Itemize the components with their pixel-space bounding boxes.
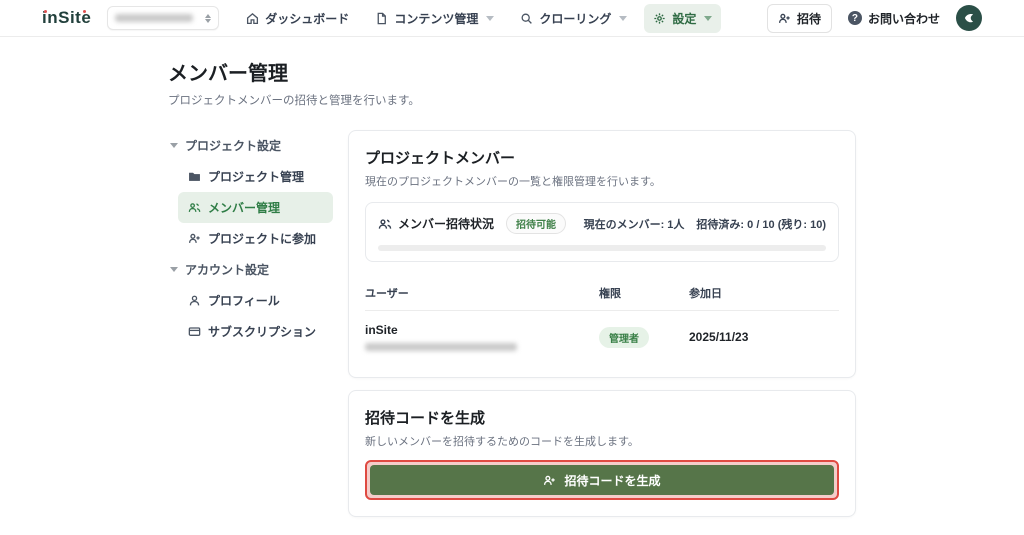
chevron-down-icon: [704, 15, 713, 21]
table-row: inSite 管理者 2025/11/23: [365, 311, 839, 361]
avatar-mark-icon: [964, 13, 974, 23]
project-selector-blurred-value: [115, 14, 194, 22]
user-icon: [189, 295, 200, 306]
role-badge: 管理者: [599, 326, 649, 348]
search-icon: [521, 13, 533, 24]
folder-icon: [189, 172, 200, 181]
user-plus-icon: [544, 475, 556, 485]
document-icon: [377, 12, 387, 24]
nav-item-label: ダッシュボード: [265, 11, 350, 26]
nav-right-actions: 招待 ? お問い合わせ: [766, 3, 982, 33]
sidebar-item-subscription[interactable]: サブスクリプション: [178, 316, 333, 347]
col-header-joined: 参加日: [689, 288, 722, 300]
sidebar-section-project-settings[interactable]: プロジェクト設定: [168, 130, 333, 161]
sidebar-section-label: プロジェクト設定: [185, 139, 282, 153]
nav-item-content-management[interactable]: コンテンツ管理: [366, 4, 503, 33]
col-header-user: ユーザー: [365, 288, 409, 300]
invite-status-label: メンバー招待状況: [398, 217, 495, 231]
user-plus-icon: [188, 233, 200, 243]
members-table-header: ユーザー 権限 参加日: [365, 277, 839, 311]
invite-available-badge: 招待可能: [506, 213, 567, 234]
invite-button[interactable]: 招待: [766, 3, 832, 33]
col-header-role: 権限: [599, 288, 621, 300]
join-date: 2025/11/23: [689, 330, 749, 344]
generate-button-label: 招待コードを生成: [564, 473, 661, 488]
nav-item-crawling[interactable]: クローリング: [511, 4, 636, 33]
invite-progress-bar: [378, 245, 826, 251]
annotation-highlight-box: 招待コードを生成: [365, 460, 839, 500]
primary-nav: ダッシュボード コンテンツ管理 クローリング 設定: [237, 3, 722, 33]
sidebar-item-project-management[interactable]: プロジェクト管理: [178, 161, 333, 192]
sidebar-item-join-project[interactable]: プロジェクトに参加: [178, 223, 333, 254]
page-title: メンバー管理: [168, 63, 288, 85]
invite-card-subtitle: 新しいメンバーを招待するためのコードを生成します。: [365, 436, 639, 448]
project-selector[interactable]: [107, 6, 220, 30]
invite-card-title: 招待コードを生成: [365, 410, 486, 427]
gear-icon: [654, 12, 665, 24]
sidebar-item-label: プロジェクトに参加: [208, 232, 317, 246]
current-members-count: 現在のメンバー: 1人: [583, 218, 685, 231]
sidebar-item-label: プロジェクト管理: [208, 170, 305, 184]
sidebar-section-label: アカウント設定: [185, 263, 270, 277]
chevron-down-icon: [619, 15, 628, 21]
page-subtitle: プロジェクトメンバーの招待と管理を行います。: [168, 95, 420, 107]
contact-label: お問い合わせ: [867, 11, 940, 26]
member-name: inSite: [365, 323, 398, 337]
nav-item-label: コンテンツ管理: [394, 11, 479, 26]
project-members-card: プロジェクトメンバー 現在のプロジェクトメンバーの一覧と権限管理を行います。 メ…: [348, 130, 856, 378]
generate-invite-code-button[interactable]: 招待コードを生成: [370, 465, 834, 495]
member-email-blurred: [365, 343, 517, 351]
invite-status-box: メンバー招待状況 招待可能 現在のメンバー: 1人 招待済み: 0 / 10 (…: [365, 202, 839, 262]
members-table: ユーザー 権限 参加日 inSite 管理者 2025/11/23: [365, 277, 839, 361]
members-card-subtitle: 現在のプロジェクトメンバーの一覧と権限管理を行います。: [365, 176, 661, 188]
user-avatar[interactable]: [956, 5, 982, 31]
sidebar-item-label: プロフィール: [208, 294, 280, 308]
settings-sidebar: プロジェクト設定 プロジェクト管理 メンバー管理 プロジェクトに参加 アカウント…: [168, 130, 333, 347]
chevron-down-icon: [486, 15, 495, 21]
users-icon: [378, 218, 392, 229]
brand-logo[interactable]: inSite: [42, 8, 91, 28]
main-column: プロジェクトメンバー 現在のプロジェクトメンバーの一覧と権限管理を行います。 メ…: [348, 130, 856, 517]
invite-code-card: 招待コードを生成 新しいメンバーを招待するためのコードを生成します。 招待コード…: [348, 390, 856, 517]
members-card-title: プロジェクトメンバー: [365, 150, 516, 167]
sidebar-item-label: サブスクリプション: [208, 325, 317, 339]
chevron-down-icon: [170, 267, 178, 272]
sidebar-item-label: メンバー管理: [208, 201, 281, 215]
nav-item-dashboard[interactable]: ダッシュボード: [237, 4, 358, 33]
question-icon: ?: [847, 11, 862, 25]
nav-item-label: 設定: [672, 11, 697, 26]
top-navbar: inSite ダッシュボード コンテンツ管理 クローリング 設定 招待 ? お問…: [0, 0, 1024, 37]
invited-count: 招待済み: 0 / 10 (残り: 10): [696, 218, 826, 231]
contact-link[interactable]: ? お問い合わせ: [847, 10, 940, 27]
credit-card-icon: [188, 327, 201, 336]
nav-item-label: クローリング: [539, 11, 612, 26]
logo-dot: [44, 10, 47, 13]
nav-item-settings[interactable]: 設定: [644, 3, 722, 33]
sidebar-item-member-management[interactable]: メンバー管理: [178, 192, 333, 223]
home-icon: [247, 12, 259, 24]
sidebar-section-account-settings[interactable]: アカウント設定: [168, 254, 333, 285]
select-updown-icon: [205, 13, 212, 23]
page-content: メンバー管理 プロジェクトメンバーの招待と管理を行います。 プロジェクト設定 プ…: [168, 37, 856, 517]
sidebar-item-profile[interactable]: プロフィール: [178, 285, 333, 316]
chevron-down-icon: [170, 143, 178, 148]
users-icon: [188, 203, 201, 212]
invite-button-label: 招待: [796, 11, 821, 26]
logo-dot: [83, 10, 86, 13]
user-plus-icon: [778, 13, 790, 23]
